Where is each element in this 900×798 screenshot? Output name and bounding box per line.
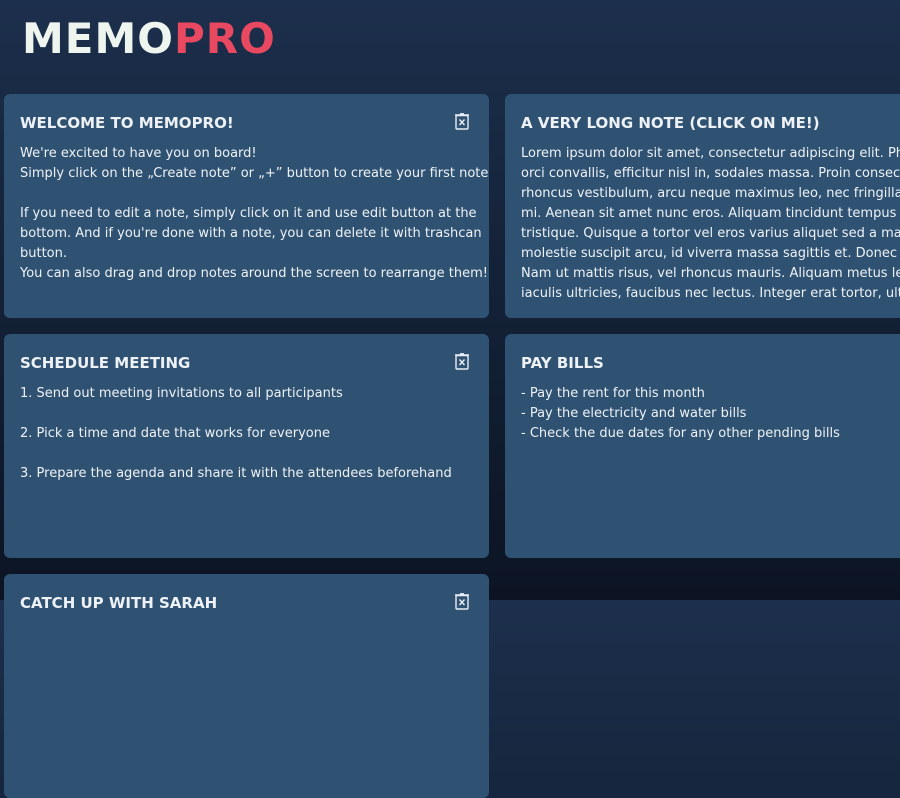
note-card-pay-bills[interactable]: PAY BILLS - Pay the rent for this month … — [505, 334, 900, 558]
note-body: Lorem ipsum dolor sit amet, consectetur … — [521, 144, 900, 304]
note-line — [20, 404, 473, 424]
note-line: 1. Send out meeting invitations to all p… — [20, 386, 343, 401]
note-title: CATCH UP WITH SARAH — [20, 594, 218, 612]
note-card-schedule-meeting[interactable]: SCHEDULE MEETING 1. Send out meeting inv… — [4, 334, 489, 558]
note-line: orci convallis, efficitur nisl in, sodal… — [521, 166, 900, 181]
note-title: PAY BILLS — [521, 354, 604, 372]
note-line: mi. Aenean sit amet nunc eros. Aliquam t… — [521, 206, 900, 221]
note-line — [20, 184, 473, 204]
note-line: Nam ut mattis risus, vel rhoncus mauris.… — [521, 266, 900, 281]
note-title: SCHEDULE MEETING — [20, 354, 191, 372]
note-line: 2. Pick a time and date that works for e… — [20, 426, 330, 441]
note-card-catch-up[interactable]: CATCH UP WITH SARAH — [4, 574, 489, 798]
note-line: tristique. Quisque a tortor vel eros var… — [521, 226, 900, 241]
note-card-long[interactable]: A VERY LONG NOTE (CLICK ON ME!) Lorem ip… — [505, 94, 900, 318]
note-line: bottom. And if you're done with a note, … — [20, 226, 482, 241]
note-card-welcome[interactable]: WELCOME TO MEMOPRO! We're excited to hav… — [4, 94, 489, 318]
note-body: 1. Send out meeting invitations to all p… — [20, 384, 473, 484]
logo-pro-text: PRO — [173, 14, 276, 63]
note-line: - Check the due dates for any other pend… — [521, 426, 840, 441]
note-line: Lorem ipsum dolor sit amet, consectetur … — [521, 146, 900, 161]
note-line: We're excited to have you on board! — [20, 146, 257, 161]
note-line: 3. Prepare the agenda and share it with … — [20, 466, 452, 481]
trash-icon[interactable] — [455, 353, 469, 370]
note-line: Simply click on the „Create note” or „+”… — [20, 166, 489, 181]
note-title: WELCOME TO MEMOPRO! — [20, 114, 234, 132]
app-logo[interactable]: MEMOPRO — [22, 14, 276, 64]
note-line — [20, 444, 473, 464]
note-body: We're excited to have you on board! Simp… — [20, 144, 489, 284]
trash-icon[interactable] — [455, 593, 469, 610]
note-line: - Pay the rent for this month — [521, 386, 705, 401]
note-line: button. — [20, 246, 68, 261]
logo-memo-text: MEMO — [22, 14, 174, 63]
note-line: You can also drag and drop notes around … — [20, 266, 488, 281]
note-line: If you need to edit a note, simply click… — [20, 206, 477, 221]
note-line: - Pay the electricity and water bills — [521, 406, 747, 421]
note-line: iaculis ultricies, faucibus nec lectus. … — [521, 286, 900, 301]
note-line: rhoncus vestibulum, arcu neque maximus l… — [521, 186, 900, 201]
app-header: MEMOPRO — [22, 14, 276, 64]
note-line: molestie suscipit arcu, id viverra massa… — [521, 246, 900, 261]
note-title: A VERY LONG NOTE (CLICK ON ME!) — [521, 114, 820, 132]
note-body: - Pay the rent for this month - Pay the … — [521, 384, 900, 444]
trash-icon[interactable] — [455, 113, 469, 130]
